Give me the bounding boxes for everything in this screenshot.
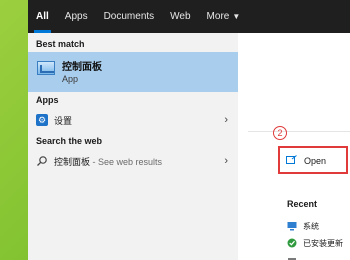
chevron-right-icon[interactable]: ›	[224, 114, 228, 126]
gear-icon: ⚙	[36, 114, 48, 126]
web-search-query: 控制面板	[54, 156, 91, 167]
search-icon	[37, 156, 47, 166]
recent-heading: Recent	[287, 199, 318, 209]
recent-item-label: 系统	[303, 221, 319, 231]
web-search-label: 控制面板 - See web results	[54, 155, 162, 168]
open-button[interactable]: Open	[278, 146, 348, 174]
best-match-subtitle: App	[62, 74, 79, 84]
recent-item-label: 已安装更新	[303, 238, 343, 248]
best-match-title: 控制面板	[62, 62, 102, 73]
results-pane: Best match 控制面板 App Apps ⚙ 设置 › Search t…	[28, 33, 238, 260]
recent-item-installed-updates[interactable]: 已安装更新	[287, 236, 343, 250]
chevron-down-icon: ▼	[232, 12, 241, 21]
detail-pane: 2 Open Recent 系统 已安装更新	[238, 33, 350, 260]
recent-item-partial[interactable]	[287, 255, 303, 260]
web-search-suffix: - See web results	[90, 156, 163, 167]
tab-documents[interactable]: Documents	[96, 0, 163, 33]
open-label: Open	[304, 156, 327, 166]
update-icon	[287, 238, 297, 248]
tab-more[interactable]: More ▼	[199, 0, 249, 33]
list-item-web-search[interactable]: 控制面板 - See web results ›	[28, 151, 238, 171]
step-number-badge: 2	[273, 126, 287, 140]
chevron-right-icon[interactable]: ›	[224, 155, 228, 167]
web-heading: Search the web	[36, 136, 103, 146]
search-popup: All Apps Documents Web More ▼ Best match …	[28, 0, 350, 260]
recent-item-system[interactable]: 系统	[287, 219, 319, 233]
detail-separator	[248, 131, 350, 132]
system-icon	[287, 222, 297, 231]
control-panel-icon	[37, 61, 55, 75]
best-match-item[interactable]: 控制面板 App	[28, 52, 238, 92]
settings-label: 设置	[54, 115, 73, 126]
list-item-settings[interactable]: ⚙ 设置 ›	[28, 110, 238, 130]
tab-web[interactable]: Web	[162, 0, 198, 33]
tab-all[interactable]: All	[28, 0, 57, 33]
tab-apps[interactable]: Apps	[57, 0, 96, 33]
open-icon	[286, 155, 297, 164]
apps-heading: Apps	[36, 95, 59, 105]
filter-tab-bar: All Apps Documents Web More ▼	[28, 0, 350, 33]
best-match-heading: Best match	[36, 39, 85, 49]
